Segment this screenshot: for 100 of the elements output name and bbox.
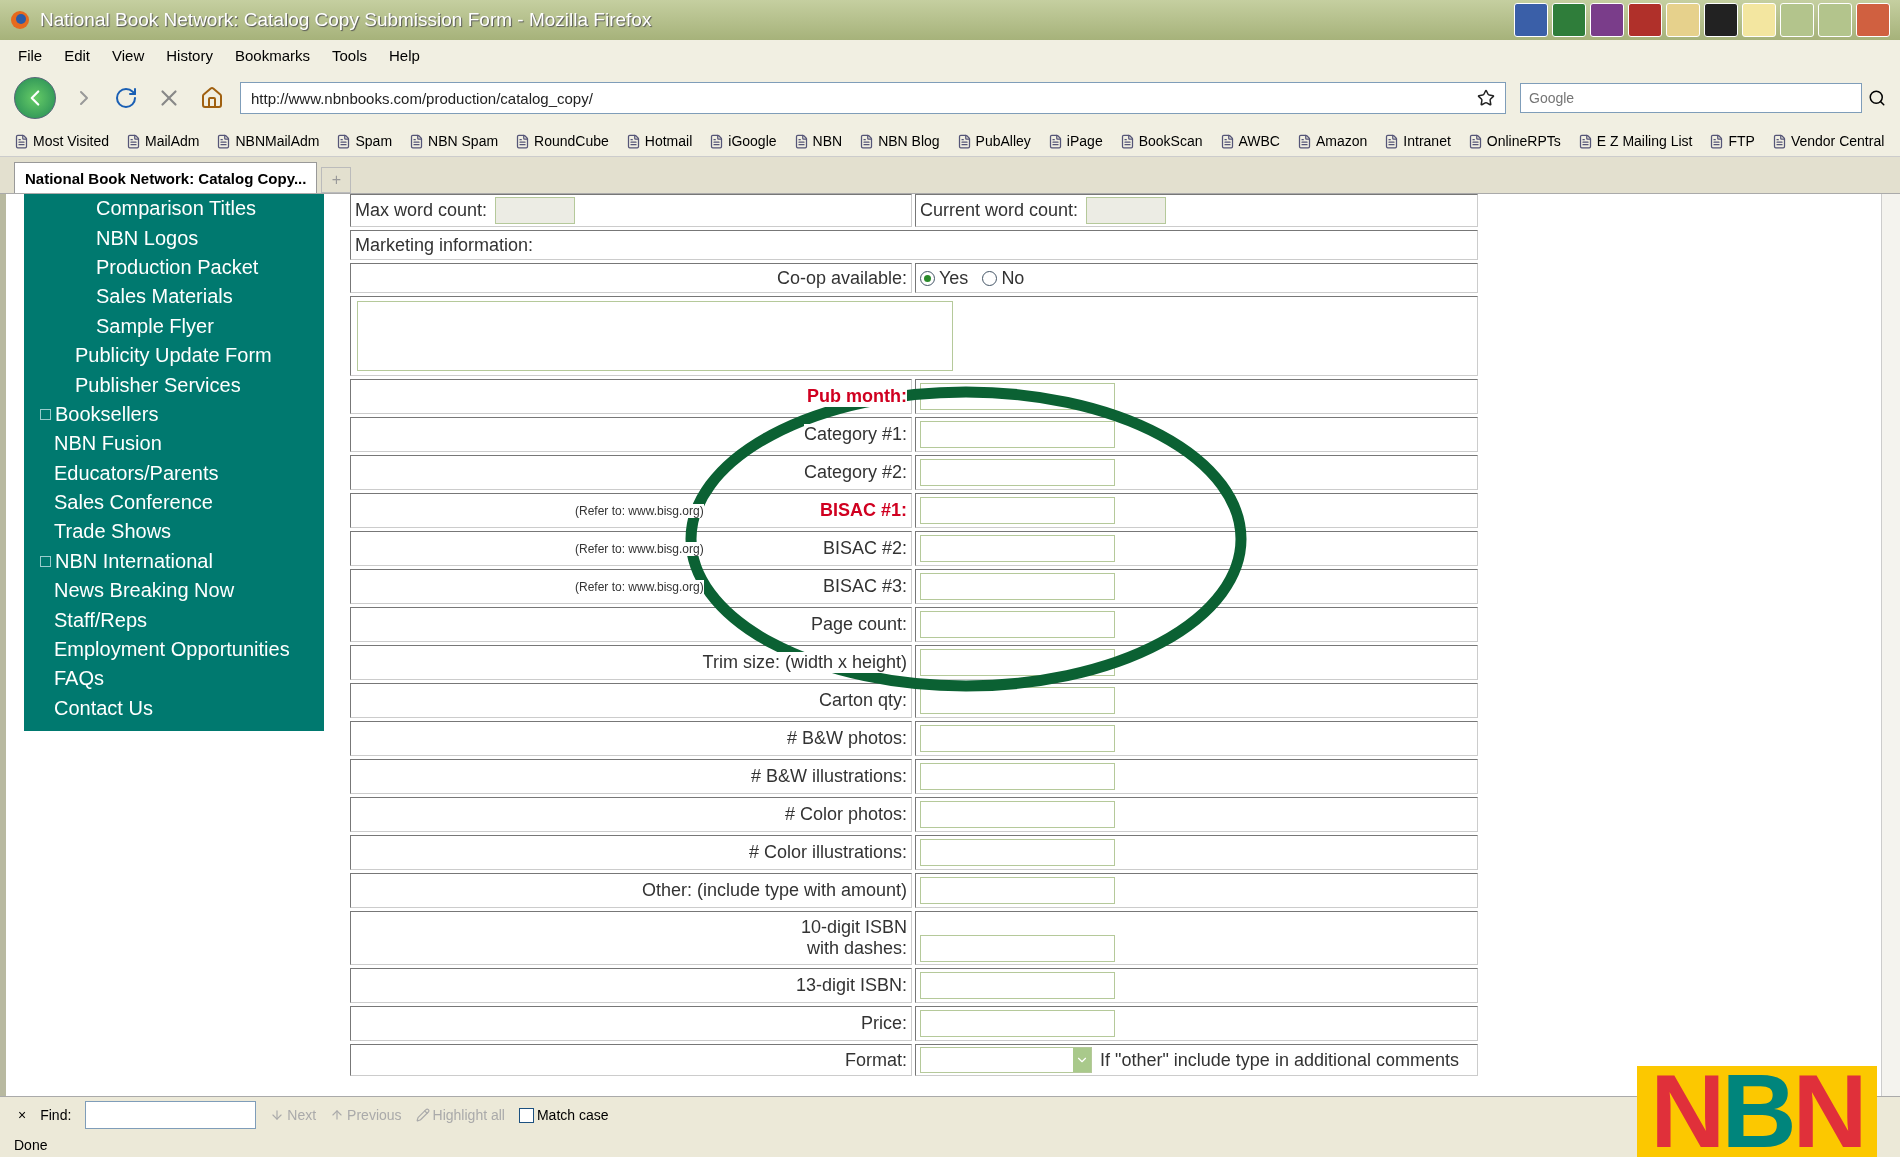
field-label: Pub month:	[807, 386, 907, 407]
sidebar-item[interactable]: Staff/Reps	[24, 605, 324, 635]
input-field[interactable]	[920, 459, 1115, 486]
input-field[interactable]	[920, 535, 1115, 562]
back-button[interactable]	[14, 77, 56, 119]
input-field[interactable]	[920, 687, 1115, 714]
close-button[interactable]	[1856, 3, 1890, 37]
field-label: Category #2:	[803, 462, 907, 483]
page-icon	[1384, 133, 1400, 149]
bookmark-item[interactable]: Amazon	[1297, 133, 1368, 149]
sidebar-item[interactable]: FAQs	[24, 664, 324, 694]
field-label: Max word count:	[355, 200, 488, 221]
sidebar-item[interactable]: Publicity Update Form	[24, 340, 324, 371]
sidebar-item[interactable]: Educators/Parents	[24, 458, 324, 488]
expand-icon[interactable]	[40, 555, 51, 567]
sidebar-item[interactable]: NBN Fusion	[24, 429, 324, 459]
sidebar-item[interactable]: NBN International	[24, 546, 324, 577]
sidebar-item[interactable]: Booksellers	[24, 399, 324, 430]
bookmark-item[interactable]: Hotmail	[625, 133, 693, 149]
sidebar-item[interactable]: Trade Shows	[24, 517, 324, 547]
input-field[interactable]	[920, 877, 1115, 904]
input-field[interactable]	[920, 611, 1115, 638]
input-field[interactable]	[1086, 197, 1167, 224]
bookmark-item[interactable]: Vendor Central	[1771, 133, 1885, 149]
maximize-button[interactable]	[1818, 3, 1852, 37]
bookmark-item[interactable]: NBN Spam	[409, 133, 499, 149]
bookmark-item[interactable]: Spam	[336, 133, 393, 149]
page-icon	[1297, 133, 1312, 149]
browser-tab[interactable]: National Book Network: Catalog Copy...	[14, 162, 318, 193]
page-icon	[859, 133, 875, 149]
sidebar-item[interactable]: Sales Conference	[24, 487, 324, 518]
match-case-checkbox[interactable]: Match case	[518, 1107, 609, 1123]
input-field[interactable]	[920, 972, 1115, 999]
minimize-button[interactable]	[1780, 3, 1814, 37]
quick-launch-icon[interactable]	[1590, 3, 1624, 37]
menu-item[interactable]: Help	[389, 46, 420, 64]
find-field[interactable]	[85, 1101, 257, 1129]
bookmark-item[interactable]: iPage	[1047, 133, 1103, 149]
bookmark-item[interactable]: NBN	[793, 133, 843, 149]
field-label: Trim size: (width x height)	[702, 652, 907, 673]
text-area[interactable]	[357, 301, 953, 371]
bookmark-item[interactable]: iGoogle	[709, 133, 777, 149]
quick-launch-icon[interactable]	[1704, 3, 1738, 37]
sidebar-item[interactable]: NBN Logos	[24, 223, 324, 253]
bookmark-item[interactable]: NBNMailAdm	[216, 133, 320, 149]
star-icon[interactable]	[1477, 89, 1495, 107]
sidebar-item[interactable]: News Breaking Now	[24, 576, 324, 606]
bookmark-item[interactable]: RoundCube	[515, 133, 609, 149]
bookmark-item[interactable]: AWBC	[1219, 133, 1280, 149]
scrollbar[interactable]	[1881, 194, 1900, 1096]
menu-item[interactable]: History	[166, 46, 213, 64]
menu-item[interactable]: Edit	[64, 46, 91, 64]
sidebar-item[interactable]: Contact Us	[24, 693, 324, 724]
dropdown[interactable]	[920, 1047, 1092, 1073]
bookmark-item[interactable]: PubAlley	[956, 133, 1031, 149]
input-field[interactable]	[920, 839, 1115, 866]
field-label: # Color photos:	[784, 804, 907, 825]
bookmark-item[interactable]: BookScan	[1119, 133, 1203, 149]
nbn-logo: NBN	[1637, 1066, 1877, 1157]
bookmark-item[interactable]: NBN Blog	[859, 133, 940, 149]
bookmark-item[interactable]: FTP	[1709, 133, 1755, 149]
bookmark-item[interactable]: MailAdm	[126, 133, 200, 149]
bookmark-item[interactable]: Most Visited	[14, 133, 109, 149]
sidebar-item[interactable]: Comparison Titles	[24, 194, 324, 224]
radio-option[interactable]: Yes	[920, 267, 969, 289]
quick-launch-icon[interactable]	[1514, 3, 1548, 37]
page-icon	[1771, 133, 1787, 149]
sidebar-item[interactable]: Sales Materials	[24, 282, 324, 312]
sidebar-item[interactable]: Publisher Services	[24, 370, 324, 400]
radio-option[interactable]: No	[982, 267, 1025, 289]
bookmark-item[interactable]: E Z Mailing List	[1577, 133, 1693, 149]
sidebar-item[interactable]: Production Packet	[24, 252, 324, 283]
close-find-button[interactable]: ×	[18, 1107, 27, 1123]
sidebar-item[interactable]: Sample Flyer	[24, 311, 324, 341]
search-icon[interactable]	[1868, 89, 1886, 107]
menu-item[interactable]: File	[18, 46, 43, 64]
input-field[interactable]	[920, 421, 1115, 448]
window-title: National Book Network: Catalog Copy Submission Form - Mozilla Firefox	[40, 9, 652, 31]
quick-launch-icon[interactable]	[1628, 3, 1662, 37]
input-field[interactable]	[920, 573, 1115, 600]
input-field[interactable]	[920, 801, 1115, 828]
sidebar-item[interactable]: Employment Opportunities	[24, 634, 324, 665]
menu-item[interactable]: Bookmarks	[234, 46, 310, 64]
input-field[interactable]	[920, 1010, 1115, 1037]
input-field[interactable]	[495, 197, 576, 224]
page-icon	[126, 133, 141, 149]
menu-item[interactable]: Tools	[332, 46, 367, 64]
menu-item[interactable]: View	[112, 46, 145, 64]
input-field[interactable]	[920, 763, 1115, 790]
search-field[interactable]: Google	[1520, 83, 1862, 113]
bookmark-item[interactable]: OnlineRPTs	[1467, 133, 1561, 149]
input-field[interactable]	[920, 725, 1115, 752]
bookmark-item[interactable]: Intranet	[1384, 133, 1451, 149]
input-field[interactable]	[920, 497, 1115, 524]
expand-icon[interactable]	[40, 408, 51, 420]
status-text: Done	[14, 1137, 48, 1153]
address-bar[interactable]: http://www.nbnbooks.com/production/catalog_copy/	[240, 82, 1506, 114]
page-icon	[956, 133, 972, 149]
input-field[interactable]	[920, 935, 1115, 962]
page-icon	[625, 133, 641, 149]
